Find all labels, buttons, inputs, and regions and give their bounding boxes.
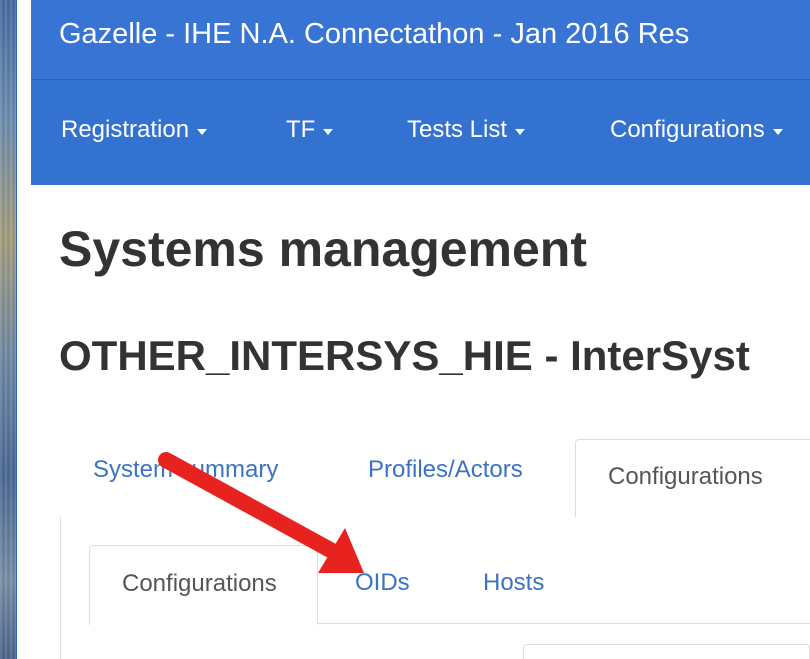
tab-profiles-actors[interactable]: Profiles/Actors (368, 456, 523, 484)
nav-item-tf[interactable]: TF (286, 116, 334, 144)
system-title: OTHER_INTERSYS_HIE - InterSyst (59, 332, 750, 379)
subtab-configurations-label: Configurations (122, 570, 277, 597)
window-edge (16, 0, 32, 659)
app-header: Gazelle - IHE N.A. Connectathon - Jan 20… (31, 0, 810, 80)
nav-item-label: Registration (61, 116, 190, 143)
tab-configurations[interactable]: Configurations (575, 439, 810, 519)
nav-item-label: TF (286, 116, 316, 143)
nav-item-registration[interactable]: Registration (61, 116, 208, 144)
nav-item-configurations[interactable]: Configurations (610, 116, 783, 144)
nav-item-label: Configurations (610, 116, 765, 143)
subtab-hosts[interactable]: Hosts (483, 569, 544, 597)
screen: Gazelle - IHE N.A. Connectathon - Jan 20… (0, 0, 810, 659)
app-title[interactable]: Gazelle - IHE N.A. Connectathon - Jan 20… (59, 18, 689, 51)
caret-down-icon (772, 128, 783, 135)
tab-system-summary[interactable]: System summary (93, 456, 278, 484)
main-navbar: Registration TF Tests List Configuration… (31, 80, 810, 185)
caret-down-icon (323, 128, 334, 135)
browser-page: Gazelle - IHE N.A. Connectathon - Jan 20… (31, 0, 810, 659)
content-box (523, 644, 810, 659)
tab-configurations-label: Configurations (608, 463, 763, 490)
subtab-oids[interactable]: OIDs (355, 569, 410, 597)
subtab-configurations[interactable]: Configurations (89, 545, 318, 625)
caret-down-icon (515, 128, 526, 135)
page-title: Systems management (59, 221, 588, 277)
nav-item-tests-list[interactable]: Tests List (407, 116, 526, 144)
nav-item-label: Tests List (407, 116, 508, 143)
caret-down-icon (197, 128, 208, 135)
